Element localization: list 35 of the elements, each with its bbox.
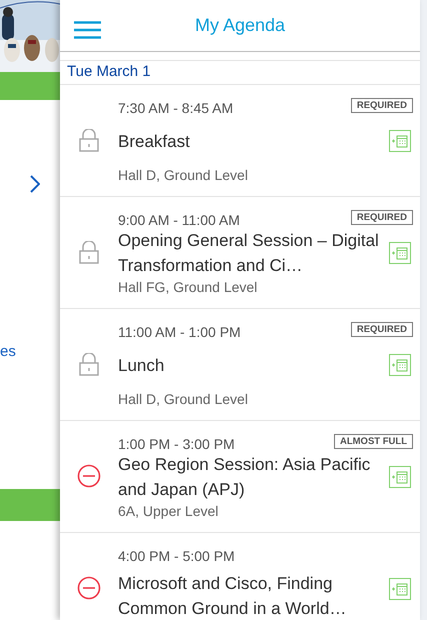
session-time: 4:00 PM - 5:00 PM — [118, 548, 235, 562]
session-time: 9:00 AM - 11:00 AM — [118, 212, 240, 226]
session-location: 6A, Upper Level — [118, 504, 218, 518]
status-tag: ALMOST FULL — [334, 434, 413, 448]
date-heading: Tue March 1 — [67, 62, 151, 82]
lock-icon — [79, 240, 99, 264]
add-to-calendar-icon[interactable] — [389, 466, 411, 488]
status-tag: REQUIRED — [350, 322, 413, 336]
session-title[interactable]: Geo Region Session: Asia Pacific and Japan (APJ) — [118, 452, 380, 502]
session-location: Hall D, Ground Level — [118, 392, 248, 406]
add-to-calendar-icon[interactable] — [389, 242, 411, 264]
action-bar — [0, 489, 60, 521]
status-tag: REQUIRED — [350, 98, 413, 112]
link-text[interactable]: es — [0, 344, 60, 359]
session-time: 7:30 AM - 8:45 AM — [118, 100, 234, 114]
chevron-right-icon[interactable] — [30, 175, 40, 193]
session-title[interactable]: Microsoft and Cisco, Finding Common Ground in a World… — [118, 571, 380, 620]
session-location: Hall D, Ground Level — [118, 168, 248, 182]
session-time: 1:00 PM - 3:00 PM — [118, 436, 235, 450]
session-title[interactable]: Lunch — [118, 352, 164, 378]
session-title[interactable]: Opening General Session – Digital Transformation and Ci… — [118, 228, 380, 278]
status-tag: REQUIRED — [350, 210, 413, 224]
remove-icon[interactable] — [77, 464, 101, 488]
remove-icon[interactable] — [77, 576, 101, 600]
banner-bar — [0, 72, 60, 100]
lock-icon — [79, 128, 99, 152]
add-to-calendar-icon[interactable] — [389, 354, 411, 376]
session-time: 11:00 AM - 1:00 PM — [118, 324, 241, 338]
header-title: My Agenda — [194, 14, 286, 36]
add-to-calendar-icon[interactable] — [389, 578, 411, 600]
lock-icon — [79, 352, 99, 376]
menu-icon[interactable] — [74, 21, 101, 39]
add-to-calendar-icon[interactable] — [389, 130, 411, 152]
session-location: Hall FG, Ground Level — [118, 280, 258, 294]
session-title[interactable]: Breakfast — [118, 128, 190, 154]
